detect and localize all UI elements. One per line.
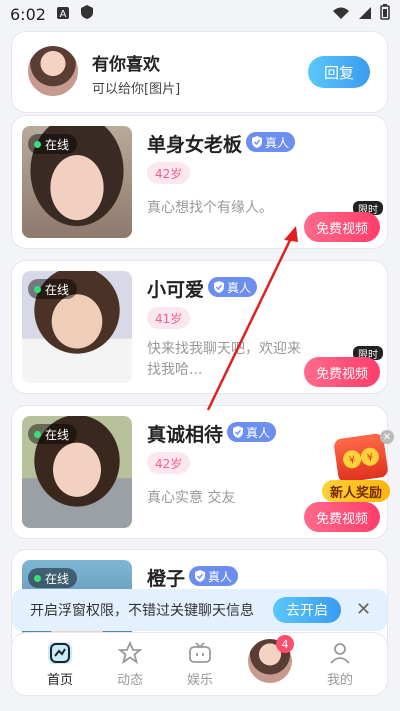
enable-permission-button[interactable]: 去开启 xyxy=(273,597,341,623)
user-icon xyxy=(330,643,350,664)
tv-icon xyxy=(189,642,211,663)
tab-profile[interactable]: 我的 xyxy=(310,641,370,691)
notification-badge: 4 xyxy=(276,635,294,653)
home-icon xyxy=(48,642,72,664)
notice-text: 开启浮窗权限，不错过关键聊天信息 xyxy=(30,603,254,619)
tab-moments[interactable]: 动态 xyxy=(100,641,160,691)
close-icon[interactable]: ✕ xyxy=(356,599,371,620)
tab-entertainment[interactable]: 娱乐 xyxy=(170,641,230,691)
star-icon xyxy=(118,641,142,665)
bottom-nav: 首页 动态 娱乐 4 我的 xyxy=(12,633,387,695)
float-permission-notice: 开启浮窗权限，不错过关键聊天信息 去开启 ✕ xyxy=(12,589,387,631)
tab-home[interactable]: 首页 xyxy=(30,641,90,691)
